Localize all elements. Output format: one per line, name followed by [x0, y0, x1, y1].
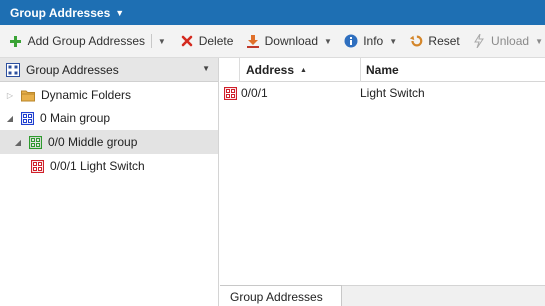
- address-value: 0/0/1: [241, 86, 268, 100]
- column-divider[interactable]: [360, 58, 361, 82]
- name-cell: Light Switch: [360, 82, 425, 104]
- download-icon: [246, 34, 260, 48]
- window-title: Group Addresses: [10, 5, 111, 20]
- unload-icon: [472, 34, 486, 48]
- folder-icon: [21, 89, 35, 102]
- unload-label: Unload: [491, 34, 530, 48]
- delete-button[interactable]: Delete: [178, 30, 236, 52]
- column-header-address[interactable]: Address ▲: [246, 58, 307, 82]
- grid-header: Address ▲ Name: [220, 58, 545, 82]
- tree-item-dynamic-folders[interactable]: ▷ Dynamic Folders: [0, 83, 218, 107]
- grid-view-icon: [6, 62, 20, 77]
- unload-button[interactable]: Unload ▼: [470, 30, 545, 52]
- chevron-down-icon: ▼: [389, 36, 398, 46]
- main-group-icon: [20, 111, 35, 125]
- left-panel: Group Addresses ▼ ▷ Dynamic Folders ◢ 0 …: [0, 58, 219, 306]
- info-icon: [344, 34, 358, 48]
- reset-button[interactable]: Reset: [407, 30, 461, 52]
- toolbar: Add Group Addresses ▼ Delete Download ▼ …: [0, 25, 545, 58]
- middle-group-icon: [28, 135, 43, 149]
- column-header-label: Address: [246, 63, 295, 77]
- delete-label: Delete: [198, 34, 234, 48]
- group-address-icon: [30, 159, 45, 173]
- plus-icon: [9, 34, 23, 48]
- tree-item-main-group[interactable]: ◢ 0 Main group: [0, 106, 218, 130]
- tree-item-label: 0/0 Middle group: [48, 135, 138, 149]
- tree-item-light-switch[interactable]: 0/0/1 Light Switch: [0, 154, 218, 178]
- collapse-arrow-icon[interactable]: ◢: [5, 114, 15, 123]
- column-divider[interactable]: [239, 58, 240, 82]
- tab-label: Group Addresses: [230, 289, 323, 304]
- chevron-down-icon: ▼: [157, 36, 166, 46]
- address-cell: 0/0/1: [224, 82, 268, 104]
- left-panel-title: Group Addresses: [26, 62, 119, 77]
- sort-ascending-icon: ▲: [300, 66, 307, 74]
- tree-item-label: 0/0/1 Light Switch: [50, 159, 145, 173]
- chevron-down-icon: ▼: [324, 36, 332, 46]
- delete-x-icon: [180, 34, 194, 48]
- tree-item-label: Dynamic Folders: [41, 88, 132, 102]
- name-value: Light Switch: [360, 86, 425, 100]
- title-bar[interactable]: Group Addresses ▼: [0, 0, 545, 25]
- tab-group-addresses[interactable]: Group Addresses: [220, 285, 342, 306]
- chevron-down-icon[interactable]: ▼: [202, 64, 210, 73]
- column-header-label: Name: [366, 63, 399, 77]
- group-address-icon: [224, 86, 237, 100]
- add-group-addresses-label: Add Group Addresses: [27, 34, 146, 48]
- download-label: Download: [264, 34, 319, 48]
- title-dropdown-icon[interactable]: ▼: [115, 8, 124, 18]
- toolbar-separator: [151, 34, 152, 48]
- info-button[interactable]: Info ▼: [342, 30, 399, 52]
- add-dropdown-button[interactable]: ▼: [156, 30, 168, 52]
- chevron-down-icon: ▼: [535, 36, 543, 46]
- address-grid-panel: Address ▲ Name 0/0/1 Light Switch Group …: [220, 58, 545, 306]
- info-label: Info: [363, 34, 384, 48]
- tree-item-label: 0 Main group: [40, 111, 111, 125]
- download-button[interactable]: Download ▼: [244, 30, 334, 52]
- tree-item-middle-group[interactable]: ◢ 0/0 Middle group: [0, 130, 218, 154]
- reset-label: Reset: [428, 34, 460, 48]
- column-header-name[interactable]: Name: [366, 58, 399, 82]
- expand-arrow-icon[interactable]: ▷: [5, 91, 15, 100]
- add-group-addresses-button[interactable]: Add Group Addresses: [7, 30, 147, 52]
- collapse-arrow-icon[interactable]: ◢: [13, 138, 23, 147]
- bottom-tab-strip: Group Addresses: [220, 285, 545, 306]
- reset-icon: [409, 34, 423, 48]
- table-row[interactable]: 0/0/1 Light Switch: [220, 82, 545, 104]
- left-panel-header[interactable]: Group Addresses ▼: [0, 58, 218, 82]
